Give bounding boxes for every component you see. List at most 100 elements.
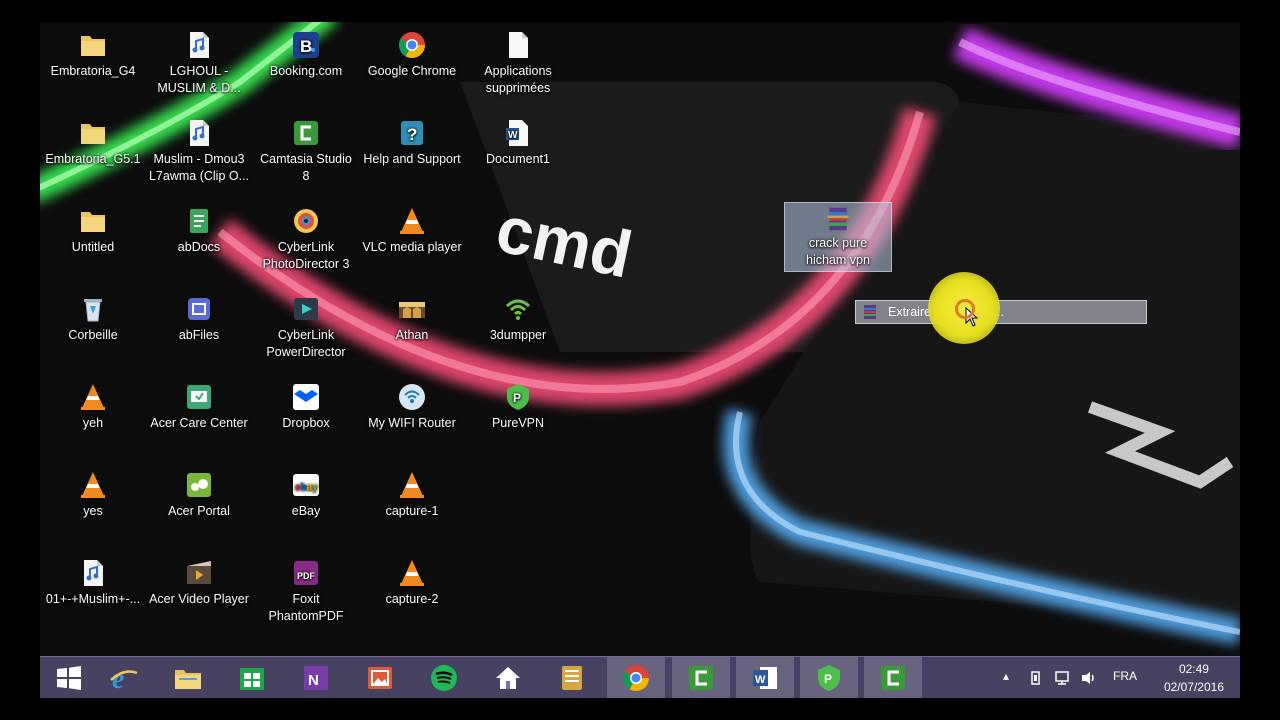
taskbar-store[interactable] bbox=[223, 657, 281, 698]
athan-icon bbox=[397, 294, 427, 324]
clock-time: 02:49 bbox=[1178, 662, 1209, 676]
taskbar-photos[interactable] bbox=[351, 657, 409, 698]
desktop-icon-cyberlink-photodirector-3[interactable]: CyberLink PhotoDirector 3 bbox=[253, 200, 359, 286]
vlc-icon bbox=[397, 558, 427, 588]
desktop-icon-label: Untitled bbox=[71, 240, 115, 254]
taskbar-file-explorer[interactable] bbox=[159, 657, 217, 698]
taskbar-onenote[interactable]: N bbox=[287, 657, 345, 698]
taskbar-archive[interactable] bbox=[543, 657, 601, 698]
svg-text:B: B bbox=[300, 37, 312, 56]
desktop-icon-capture-1[interactable]: capture-1 bbox=[359, 464, 465, 550]
network-icon[interactable] bbox=[1054, 670, 1072, 686]
desktop-icon-label: Acer Portal bbox=[168, 504, 230, 518]
desktop-icon-vlc-media-player[interactable]: VLC media player bbox=[359, 200, 465, 286]
taskbar-spotify[interactable] bbox=[415, 657, 473, 698]
purevpn-icon: P bbox=[503, 382, 533, 412]
powerdirector-icon bbox=[291, 294, 321, 324]
svg-text:W: W bbox=[755, 674, 766, 686]
ebay-icon: ebay bbox=[291, 470, 321, 500]
audio-file-icon bbox=[184, 30, 214, 60]
taskbar-word[interactable]: W bbox=[736, 657, 794, 698]
desktop-icon-foxit-phantompdf[interactable]: PDF Foxit PhantomPDF bbox=[253, 552, 359, 638]
desktop-icon-01-muslim[interactable]: 01+-+Muslim+-... bbox=[40, 552, 146, 638]
audio-file-icon bbox=[184, 118, 214, 148]
winrar-icon bbox=[864, 305, 876, 319]
acer-care-icon bbox=[184, 382, 214, 412]
audio-file-icon bbox=[78, 558, 108, 588]
desktop-icon-booking-com[interactable]: B Booking.com bbox=[253, 24, 359, 110]
booking-icon: B bbox=[291, 30, 321, 60]
camtasia-icon bbox=[291, 118, 321, 148]
volume-icon[interactable] bbox=[1080, 670, 1098, 686]
desktop-icon-abdocs[interactable]: abDocs bbox=[146, 200, 252, 286]
cursor-click-ring bbox=[955, 299, 975, 319]
desktop: cmd Embratoria_G4 LGHOUL - MUSLIM & D... B… bbox=[40, 22, 1240, 698]
desktop-icon-acer-portal[interactable]: Acer Portal bbox=[146, 464, 252, 550]
chrome-icon bbox=[397, 30, 427, 60]
desktop-icon-camtasia-studio-8[interactable]: Camtasia Studio 8 bbox=[253, 112, 359, 198]
desktop-icon-athan[interactable]: Athan bbox=[359, 288, 465, 374]
power-icon[interactable] bbox=[1028, 670, 1044, 686]
desktop-icon-label: eBay bbox=[291, 504, 321, 518]
tray-expand-icon[interactable]: ▴ bbox=[1003, 669, 1009, 683]
desktop-icon-embratoria-g5-1[interactable]: Embratoria_G5.1 bbox=[40, 112, 146, 198]
desktop-icon-yes[interactable]: yes bbox=[40, 464, 146, 550]
desktop-icon-untitled[interactable]: Untitled bbox=[40, 200, 146, 286]
desktop-icon-ebay[interactable]: ebay eBay bbox=[253, 464, 359, 550]
folder-icon bbox=[78, 30, 108, 60]
desktop-icon-embratoria-g4[interactable]: Embratoria_G4 bbox=[40, 24, 146, 110]
desktop-icon-label: Muslim - Dmou3 L7awma (Clip O... bbox=[148, 152, 250, 183]
foxit-icon: PDF bbox=[291, 558, 321, 588]
wifi-icon bbox=[503, 294, 533, 324]
desktop-icon-abfiles[interactable]: abFiles bbox=[146, 288, 252, 374]
clock[interactable]: 02:49 02/07/2016 bbox=[1164, 660, 1224, 696]
vlc-icon bbox=[78, 382, 108, 412]
desktop-icon-label: Dropbox bbox=[282, 416, 330, 430]
taskbar-internet-explorer[interactable]: e bbox=[95, 657, 153, 698]
desktop-icon-document1[interactable]: W Document1 bbox=[465, 112, 571, 198]
taskbar-camtasia-recorder[interactable] bbox=[864, 657, 922, 698]
language-indicator[interactable]: FRA bbox=[1113, 669, 1137, 683]
clock-date: 02/07/2016 bbox=[1163, 680, 1224, 694]
svg-text:P: P bbox=[513, 391, 521, 405]
desktop-icon-corbeille[interactable]: Corbeille bbox=[40, 288, 146, 374]
dragged-file-crack-pure-hicham-vpn[interactable]: crack pure hicham vpn bbox=[784, 202, 892, 272]
taskbar-purevpn[interactable]: P bbox=[800, 657, 858, 698]
desktop-icon-capture-2[interactable]: capture-2 bbox=[359, 552, 465, 638]
menu-item-extract[interactable]: Extraire les fichiers... bbox=[856, 301, 1146, 323]
desktop-icon-acer-video-player[interactable]: Acer Video Player bbox=[146, 552, 252, 638]
taskbar-start-button[interactable] bbox=[40, 657, 98, 698]
vlc-icon bbox=[78, 470, 108, 500]
abfiles-icon bbox=[184, 294, 214, 324]
desktop-icon-label: abDocs bbox=[177, 240, 221, 254]
desktop-icon-acer-care-center[interactable]: Acer Care Center bbox=[146, 376, 252, 462]
taskbar-camtasia[interactable] bbox=[672, 657, 730, 698]
desktop-icon-my-wifi-router[interactable]: My WIFI Router bbox=[359, 376, 465, 462]
taskbar-google-chrome[interactable] bbox=[607, 657, 665, 698]
desktop-icon-lghoul-muslim-d[interactable]: LGHOUL - MUSLIM & D... bbox=[146, 24, 252, 110]
desktop-icon-muslim-dmou3-l7awma-clip-o[interactable]: Muslim - Dmou3 L7awma (Clip O... bbox=[146, 112, 252, 198]
desktop-icon-cyberlink-powerdirector[interactable]: CyberLink PowerDirector bbox=[253, 288, 359, 374]
desktop-icon-dropbox[interactable]: Dropbox bbox=[253, 376, 359, 462]
folder-icon bbox=[78, 206, 108, 236]
taskbar-home[interactable] bbox=[479, 657, 537, 698]
svg-text:P: P bbox=[824, 672, 832, 686]
svg-text:ebay: ebay bbox=[295, 482, 318, 493]
desktop-icon-help-and-support[interactable]: ? Help and Support bbox=[359, 112, 465, 198]
abdocs-icon bbox=[184, 206, 214, 236]
desktop-icon-label: Camtasia Studio 8 bbox=[260, 152, 352, 183]
desktop-icon-3dumpper[interactable]: 3dumpper bbox=[465, 288, 571, 374]
help-icon: ? bbox=[397, 118, 427, 148]
desktop-icon-label: Embratoria_G4 bbox=[50, 64, 136, 78]
word-document-icon: W bbox=[503, 118, 533, 148]
desktop-icon-label: abFiles bbox=[178, 328, 220, 342]
desktop-icon-label: Booking.com bbox=[269, 64, 343, 78]
desktop-icon-label: 01+-+Muslim+-... bbox=[45, 592, 141, 606]
desktop-icon-label: Corbeille bbox=[68, 328, 118, 342]
desktop-icon-yeh[interactable]: yeh bbox=[40, 376, 146, 462]
desktop-icon-applications-supprim-es[interactable]: Applications supprimées bbox=[465, 24, 571, 110]
desktop-icon-purevpn[interactable]: P PureVPN bbox=[465, 376, 571, 462]
video-player-icon bbox=[184, 558, 214, 588]
recycle-bin-icon bbox=[78, 294, 108, 324]
desktop-icon-google-chrome[interactable]: Google Chrome bbox=[359, 24, 465, 110]
